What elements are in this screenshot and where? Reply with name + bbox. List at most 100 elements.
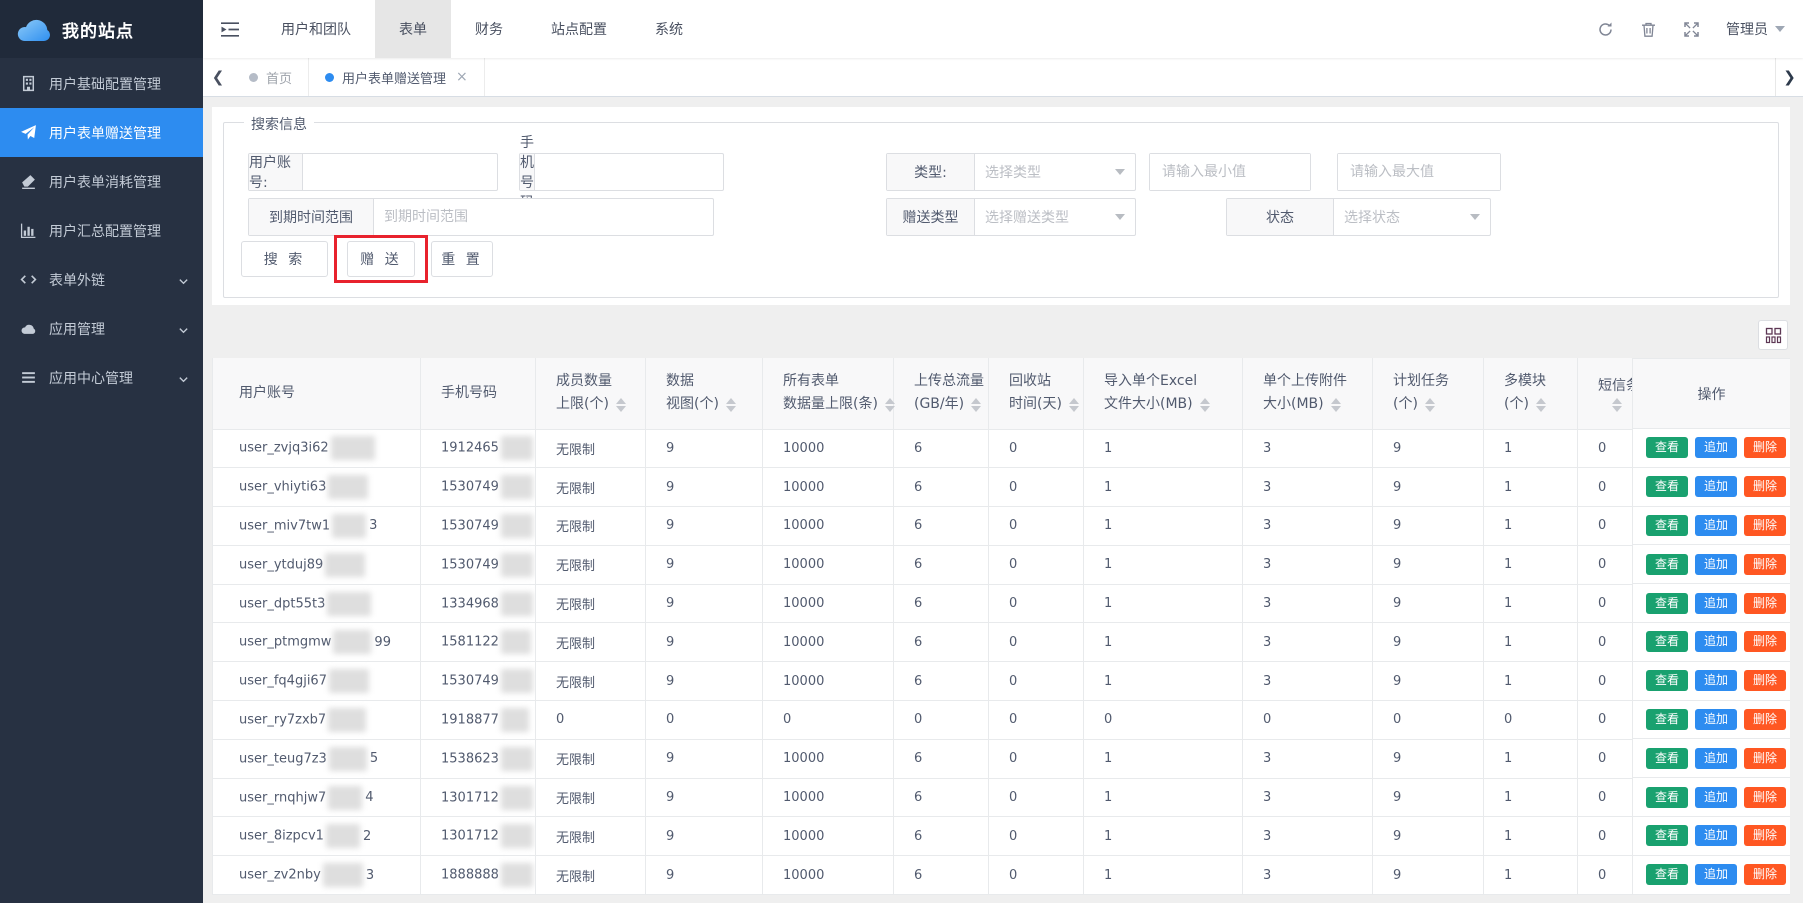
append-button[interactable]: 追加 (1695, 670, 1737, 691)
append-button[interactable]: 追加 (1695, 554, 1737, 575)
view-button[interactable]: 查看 (1646, 476, 1688, 497)
delete-button[interactable]: 删除 (1744, 748, 1786, 769)
append-button[interactable]: 追加 (1695, 476, 1737, 497)
cell-multi-module: 1 (1484, 584, 1578, 623)
refresh-icon[interactable] (1597, 21, 1614, 38)
view-button[interactable]: 查看 (1646, 787, 1688, 808)
menu-collapse-icon[interactable] (203, 0, 257, 58)
append-button[interactable]: 追加 (1695, 709, 1737, 730)
tabs-scroll-left-icon[interactable]: ❮ (203, 58, 233, 96)
sidebar-item-app-management[interactable]: 应用管理 (0, 304, 203, 353)
nav-item-site-config[interactable]: 站点配置 (527, 0, 631, 58)
sidebar-item-user-base-config[interactable]: 用户基础配置管理 (0, 59, 203, 108)
view-button[interactable]: 查看 (1646, 631, 1688, 652)
view-button[interactable]: 查看 (1646, 748, 1688, 769)
fullscreen-icon[interactable] (1683, 21, 1700, 38)
delete-button[interactable]: 删除 (1744, 554, 1786, 575)
reset-button[interactable]: 重 置 (431, 241, 493, 277)
view-button[interactable]: 查看 (1646, 825, 1688, 846)
append-button[interactable]: 追加 (1695, 864, 1737, 885)
sort-icon[interactable] (885, 398, 895, 412)
max-value-input[interactable] (1338, 154, 1500, 190)
delete-button[interactable]: 删除 (1744, 593, 1786, 614)
nav-item-finance[interactable]: 财务 (451, 0, 527, 58)
tabs-scroll-right-icon[interactable]: ❯ (1775, 58, 1803, 96)
delete-button[interactable]: 删除 (1744, 787, 1786, 808)
date-range-input[interactable] (374, 199, 713, 235)
append-button[interactable]: 追加 (1695, 825, 1737, 846)
search-button[interactable]: 搜 索 (241, 241, 328, 277)
sidebar-item-user-form-gift[interactable]: 用户表单赠送管理 (0, 108, 203, 157)
cell-recycle-days: 0 (989, 701, 1084, 740)
delete-button[interactable]: 删除 (1744, 825, 1786, 846)
view-button[interactable]: 查看 (1646, 670, 1688, 691)
sidebar-item-user-form-consume[interactable]: 用户表单消耗管理 (0, 157, 203, 206)
tab-home[interactable]: 首页 (233, 58, 309, 96)
cell-scheduled-tasks: 0 (1373, 701, 1484, 740)
col-header-account: 用户账号 (213, 358, 421, 429)
tab-user-form-gift[interactable]: 用户表单赠送管理 × (309, 58, 485, 96)
tab-close-icon[interactable]: × (456, 69, 468, 85)
type-select[interactable]: 选择类型 (975, 154, 1135, 190)
sort-icon[interactable] (616, 398, 626, 412)
append-button[interactable]: 追加 (1695, 748, 1737, 769)
sidebar-item-user-summary-config[interactable]: 用户汇总配置管理 (0, 206, 203, 255)
delete-button[interactable]: 删除 (1744, 515, 1786, 536)
nav-item-users-teams[interactable]: 用户和团队 (257, 0, 375, 58)
append-button[interactable]: 追加 (1695, 437, 1737, 458)
append-button[interactable]: 追加 (1695, 593, 1737, 614)
redaction-blur (331, 436, 375, 460)
cell-excel-size: 1 (1084, 856, 1243, 895)
status-select[interactable]: 选择状态 (1334, 199, 1490, 235)
gift-type-select[interactable]: 选择赠送类型 (975, 199, 1135, 235)
delete-button[interactable]: 删除 (1744, 631, 1786, 652)
sort-icon[interactable] (1069, 398, 1079, 412)
view-button[interactable]: 查看 (1646, 709, 1688, 730)
cell-upload-traffic: 6 (894, 623, 989, 662)
view-button[interactable]: 查看 (1646, 554, 1688, 575)
cell-excel-size: 1 (1084, 507, 1243, 546)
view-button[interactable]: 查看 (1646, 864, 1688, 885)
cell-data-views: 9 (646, 856, 763, 895)
view-button[interactable]: 查看 (1646, 593, 1688, 614)
sort-icon[interactable] (726, 398, 736, 412)
action-row: 查看 追加 删除 (1632, 662, 1790, 701)
redaction-blur (327, 592, 371, 616)
cell-phone: 1581122 (421, 623, 536, 662)
sidebar-item-app-center-management[interactable]: 应用中心管理 (0, 353, 203, 402)
redaction-blur (332, 514, 366, 538)
append-button[interactable]: 追加 (1695, 631, 1737, 652)
admin-menu[interactable]: 管理员 (1726, 19, 1785, 39)
delete-button[interactable]: 删除 (1744, 670, 1786, 691)
nav-item-system[interactable]: 系统 (631, 0, 707, 58)
cell-data-views: 9 (646, 778, 763, 817)
gift-button[interactable]: 赠 送 (347, 241, 415, 277)
cell-recycle-days: 0 (989, 545, 1084, 584)
max-value-field (1337, 153, 1501, 191)
sidebar-item-form-external-link[interactable]: 表单外链 (0, 255, 203, 304)
sort-icon[interactable] (1200, 398, 1210, 412)
account-input[interactable] (303, 154, 497, 190)
sidebar-item-label: 用户汇总配置管理 (49, 221, 161, 241)
sort-icon[interactable] (1331, 398, 1341, 412)
nav-item-forms[interactable]: 表单 (375, 0, 451, 58)
delete-button[interactable]: 删除 (1744, 864, 1786, 885)
sort-icon[interactable] (971, 398, 981, 412)
sort-icon[interactable] (1536, 398, 1546, 412)
view-button[interactable]: 查看 (1646, 437, 1688, 458)
append-button[interactable]: 追加 (1695, 515, 1737, 536)
delete-button[interactable]: 删除 (1744, 476, 1786, 497)
append-button[interactable]: 追加 (1695, 787, 1737, 808)
sort-icon[interactable] (1425, 398, 1435, 412)
phone-input[interactable] (535, 154, 729, 190)
sort-icon[interactable] (1612, 398, 1622, 412)
min-value-input[interactable] (1150, 154, 1310, 190)
delete-button[interactable]: 删除 (1744, 437, 1786, 458)
view-button[interactable]: 查看 (1646, 515, 1688, 536)
delete-button[interactable]: 删除 (1744, 709, 1786, 730)
cell-attachment-size: 3 (1243, 739, 1373, 778)
trash-icon[interactable] (1640, 21, 1657, 38)
column-settings-button[interactable] (1758, 320, 1788, 350)
cell-multi-module: 1 (1484, 662, 1578, 701)
col-header-upload-traffic: 上传总流量(GB/年) (894, 358, 989, 429)
